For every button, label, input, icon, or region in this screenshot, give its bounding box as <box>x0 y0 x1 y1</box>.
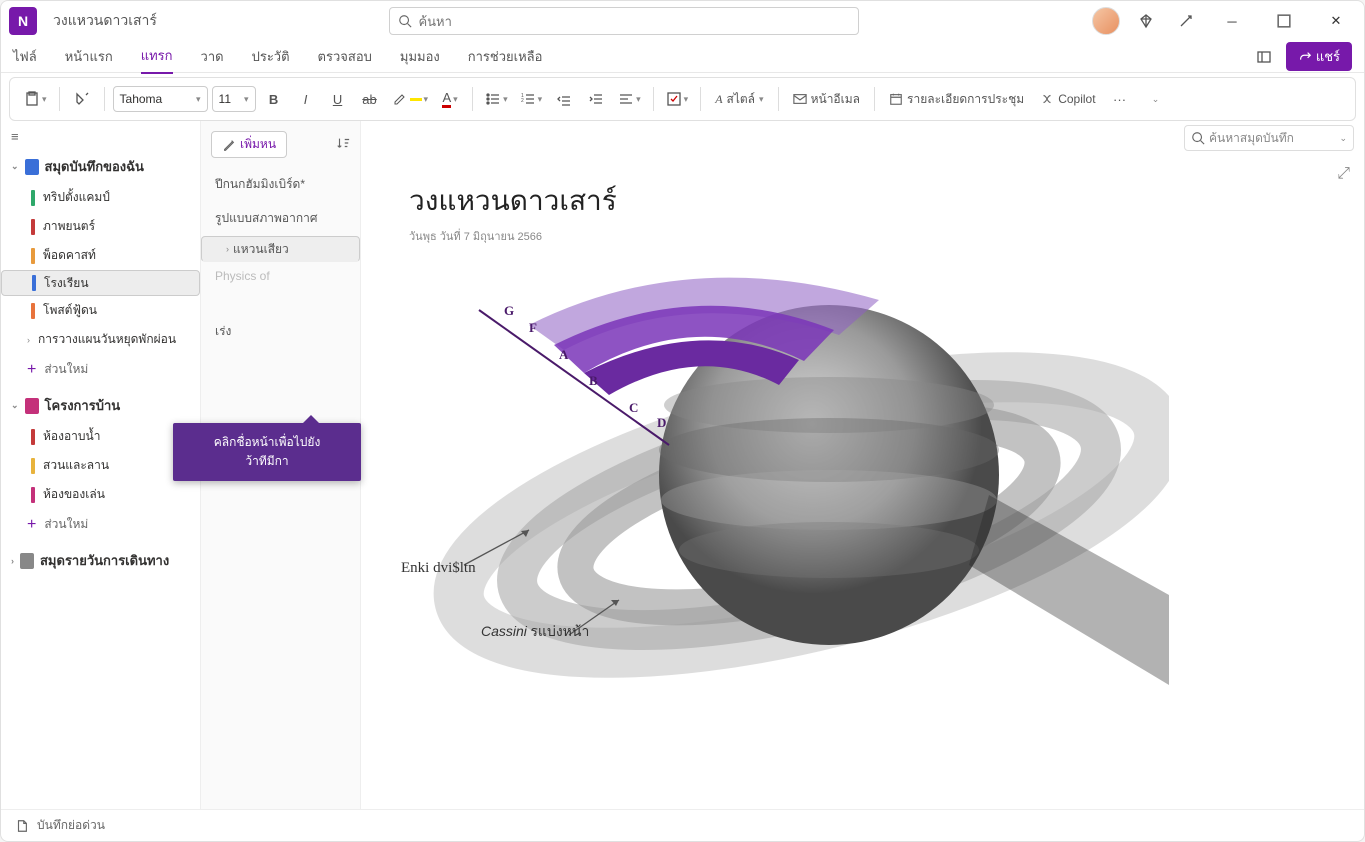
ring-label-b: B <box>589 373 598 389</box>
add-section-button[interactable]: +ส่วนใหม่ <box>1 509 200 540</box>
section-item[interactable]: ภาพยนตร์ <box>1 212 200 241</box>
section-group-item[interactable]: ›การวางแผนวันหยุดพักผ่อน <box>1 325 200 354</box>
outdent-button[interactable] <box>550 84 578 114</box>
tab-review[interactable]: ตรวจสอบ <box>318 40 372 73</box>
tooltip: คลิกชื่อหน้าเพื่อไปยัง ว้าทีมีกา <box>173 423 361 481</box>
section-item[interactable]: ห้องของเล่น <box>1 480 200 509</box>
section-item[interactable]: ทริปตั้งแคมป์ <box>1 183 200 212</box>
todo-tag-button[interactable]: ▾ <box>662 84 693 114</box>
notebook-header[interactable]: › สมุดรายวันการเดินทาง <box>1 544 200 577</box>
page-item[interactable] <box>201 291 360 315</box>
notebook-navigation: ≡ ⌄ สมุดบันทึกของฉัน ทริปตั้งแคมป์ ภาพยน… <box>1 121 201 809</box>
sort-icon[interactable] <box>336 136 350 153</box>
highlight-button[interactable]: ▾ <box>388 84 433 114</box>
panel-toggle-icon[interactable] <box>1250 43 1278 71</box>
font-size-selector[interactable]: 11▾ <box>212 86 256 112</box>
tab-home[interactable]: หน้าแรก <box>65 40 113 73</box>
page-item[interactable]: เร่ง <box>201 315 360 349</box>
collapse-ribbon-button[interactable]: ⌄ <box>1142 84 1170 114</box>
document-title: วงแหวนดาวเสาร์ <box>53 10 157 32</box>
notebook-color-icon <box>25 398 39 414</box>
search-notes-input[interactable]: ค้นหาสมุดบันทึก ⌄ <box>1184 125 1354 151</box>
font-selector[interactable]: Tahoma▾ <box>113 86 208 112</box>
app-icon: N <box>9 7 37 35</box>
notebook-header[interactable]: ⌄ สมุดบันทึกของฉัน <box>1 150 200 183</box>
numbering-button[interactable]: 12▾ <box>516 84 547 114</box>
share-button[interactable]: แชร์ <box>1286 42 1352 71</box>
bold-button[interactable]: B <box>260 84 288 114</box>
note-canvas[interactable]: ⤢ วงแหวนดาวเสาร์ วันพุธ วันที่ 7 มิถุนาย… <box>361 155 1364 809</box>
quick-notes-footer[interactable]: บันทึกย่อด่วน <box>1 809 1364 841</box>
svg-text:2: 2 <box>521 98 524 104</box>
page-item[interactable]: รูปแบบสภาพอากาศ <box>201 202 360 236</box>
format-painter-button[interactable] <box>68 84 96 114</box>
expand-icon[interactable]: ⤢ <box>1337 165 1350 183</box>
add-page-button[interactable]: เพิ่มหน <box>211 131 287 158</box>
note-date: วันพุธ วันที่ 7 มิถุนายน 2566 <box>409 227 1316 245</box>
section-item[interactable]: สวนและลาน <box>1 451 200 480</box>
notebook-color-icon <box>25 159 39 175</box>
saturn-illustration: G F A B C D Enki dvi$ltn Cassini รแบ่งหน… <box>409 265 1169 745</box>
chevron-down-icon: ⌄ <box>11 400 19 411</box>
underline-button[interactable]: U <box>324 84 352 114</box>
section-item[interactable]: ห้องอาบน้ำ <box>1 422 200 451</box>
section-item[interactable]: พ็อดคาสท์ <box>1 241 200 270</box>
notebook-header[interactable]: ⌄ โครงการบ้าน <box>1 389 200 422</box>
ring-label-g: G <box>504 303 514 319</box>
sparkle-icon[interactable] <box>1172 7 1200 35</box>
annotation-enki: Enki dvi$ltn <box>401 560 476 577</box>
nav-hamburger-icon[interactable]: ≡ <box>1 125 200 148</box>
section-item[interactable]: โรงเรียน <box>1 270 200 296</box>
maximize-button[interactable] <box>1264 5 1304 37</box>
ribbon-tabs: ไฟล์ หน้าแรก แทรก วาด ประวัติ ตรวจสอบ มุ… <box>1 41 1364 73</box>
indent-button[interactable] <box>582 84 610 114</box>
ring-label-f: F <box>529 320 537 336</box>
page-item[interactable]: Physics of <box>201 262 360 291</box>
note-title[interactable]: วงแหวนดาวเสาร์ <box>409 179 1316 223</box>
annotation-cassini: Cassini รแบ่งหน้า <box>481 621 589 643</box>
ring-label-c: C <box>629 400 638 416</box>
tab-insert[interactable]: แทรก <box>141 39 173 74</box>
tab-draw[interactable]: วาด <box>201 40 224 73</box>
page-list: เพิ่มหน ปีกนกฮัมมิงเบิร์ด* รูปแบบสภาพอาก… <box>201 121 361 809</box>
user-avatar[interactable] <box>1092 7 1120 35</box>
ring-label-a: A <box>559 347 568 363</box>
minimize-button[interactable]: ─ <box>1212 5 1252 37</box>
search-box[interactable] <box>389 7 859 35</box>
search-icon <box>398 14 412 28</box>
email-page-button[interactable]: หน้าอีเมล <box>787 90 866 109</box>
page-icon <box>15 819 29 833</box>
italic-button[interactable]: I <box>292 84 320 114</box>
notebook-color-icon <box>20 553 34 569</box>
chevron-down-icon: ⌄ <box>11 161 19 172</box>
close-button[interactable]: ✕ <box>1316 5 1356 37</box>
tab-history[interactable]: ประวัติ <box>252 40 290 73</box>
search-input[interactable] <box>418 14 850 29</box>
format-toolbar: ▾ Tahoma▾ 11▾ B I U ab ▾ A▾ ▾ 12▾ ▾ ▾ Aส… <box>9 77 1356 121</box>
search-icon <box>1191 131 1205 145</box>
tab-help[interactable]: การช่วยเหลือ <box>468 40 543 73</box>
ring-label-d: D <box>657 415 666 431</box>
add-section-button[interactable]: +ส่วนใหม่ <box>1 354 200 385</box>
font-color-button[interactable]: A▾ <box>436 84 464 114</box>
page-item[interactable]: ปีกนกฮัมมิงเบิร์ด* <box>201 168 360 202</box>
styles-button[interactable]: Aสไตล์▾ <box>709 90 769 109</box>
tab-file[interactable]: ไฟล์ <box>13 40 37 73</box>
paste-button[interactable]: ▾ <box>20 84 51 114</box>
diamond-icon[interactable] <box>1132 7 1160 35</box>
copilot-button[interactable]: Copilot <box>1034 92 1101 106</box>
tab-view[interactable]: มุมมอง <box>400 40 440 73</box>
more-button[interactable]: ··· <box>1106 84 1134 114</box>
page-item[interactable]: ›แหวนเสียว <box>201 236 360 262</box>
bullets-button[interactable]: ▾ <box>481 84 512 114</box>
strikethrough-button[interactable]: ab <box>356 84 384 114</box>
section-item[interactable]: โพสต์ฟู้ดน <box>1 296 200 325</box>
chevron-right-icon: › <box>11 556 14 566</box>
align-button[interactable]: ▾ <box>614 84 645 114</box>
meeting-details-button[interactable]: รายละเอียดการประชุม <box>883 90 1030 109</box>
